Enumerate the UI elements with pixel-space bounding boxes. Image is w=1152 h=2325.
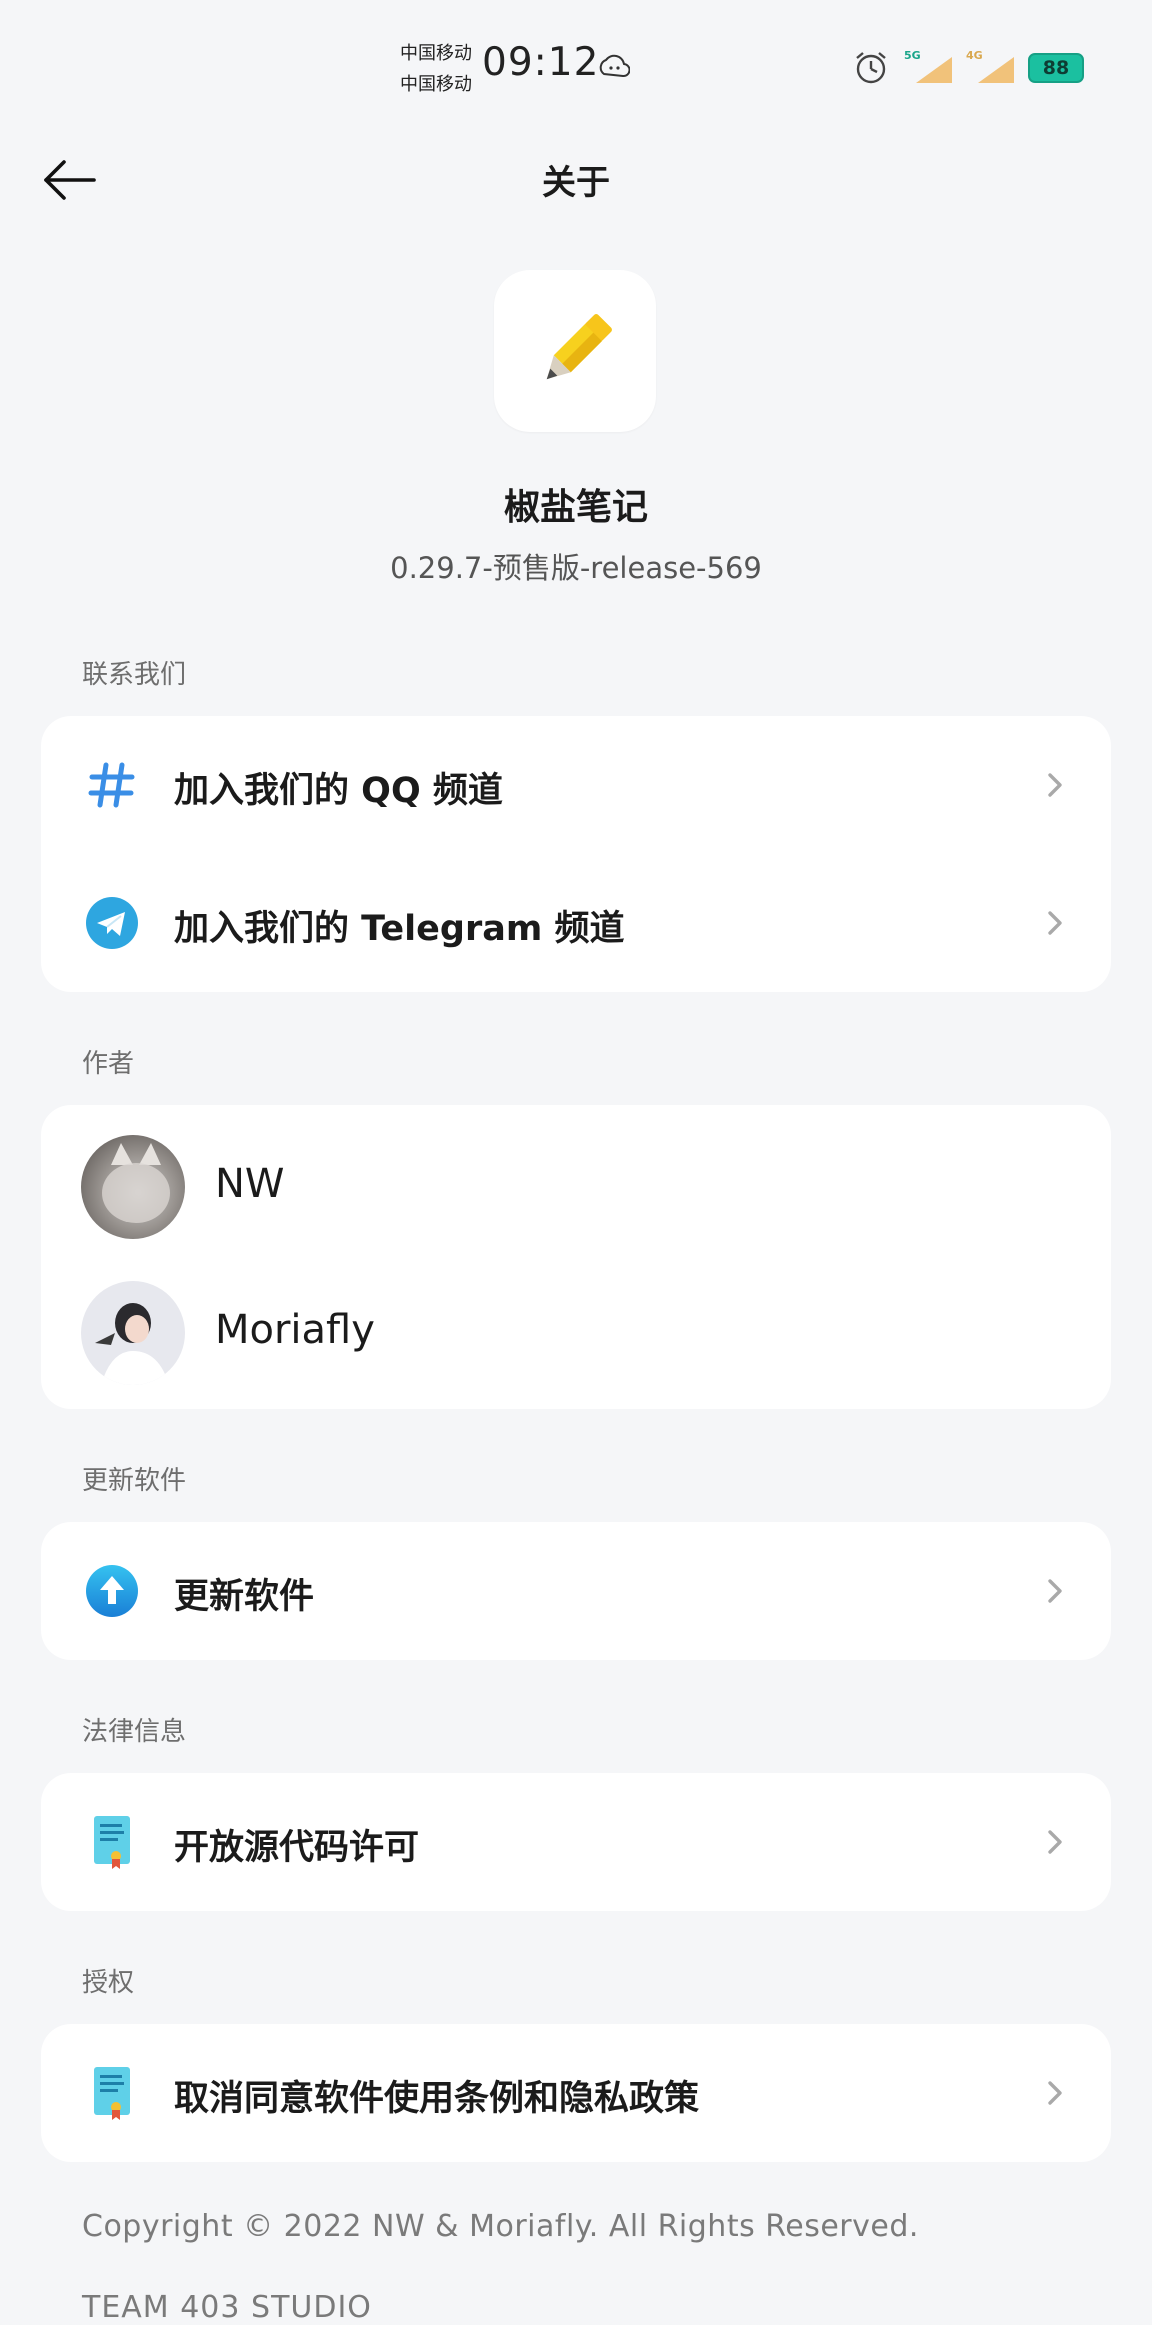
pencil-icon: [546, 314, 612, 380]
legal-card: 开放源代码许可: [41, 1773, 1111, 1911]
author-name: NW: [215, 1161, 285, 1207]
chevron-right-icon: [1048, 911, 1062, 935]
telegram-channel-row[interactable]: 加入我们的 Telegram 频道: [41, 854, 1111, 992]
telegram-channel-label: 加入我们的 Telegram 频道: [174, 909, 625, 949]
author-name: Moriafly: [215, 1307, 375, 1353]
telegram-icon: [83, 894, 141, 952]
author-row-moriafly[interactable]: Moriafly: [41, 1251, 1111, 1403]
revoke-consent-label: 取消同意软件使用条例和隐私政策: [174, 2079, 700, 2119]
alarm-icon: [856, 52, 886, 84]
upload-arrow-icon: [83, 1562, 141, 1620]
section-label-legal: 法律信息: [82, 1717, 187, 1747]
chevron-right-icon: [1048, 773, 1062, 797]
open-source-license-label: 开放源代码许可: [174, 1828, 420, 1868]
document-icon: [83, 1813, 141, 1871]
carrier-labels: 中国移动 中国移动: [400, 38, 472, 100]
team-text: TEAM 403 STUDIO: [82, 2290, 372, 2325]
carrier-2: 中国移动: [400, 74, 472, 95]
section-label-update: 更新软件: [82, 1466, 187, 1496]
chevron-right-icon: [1048, 2081, 1062, 2105]
qq-channel-label: 加入我们的 QQ 频道: [174, 771, 503, 811]
hashtag-icon: [83, 756, 141, 814]
revoke-consent-row[interactable]: 取消同意软件使用条例和隐私政策: [41, 2024, 1111, 2162]
section-label-contact: 联系我们: [82, 660, 187, 690]
authors-card: NW Moriafly: [41, 1105, 1111, 1409]
chevron-right-icon: [1048, 1579, 1062, 1603]
app-version: 0.29.7-预售版-release-569: [390, 551, 762, 585]
battery-indicator: 88: [1028, 53, 1084, 83]
author-row-nw[interactable]: NW: [41, 1105, 1111, 1257]
cloud-face-icon: [599, 54, 630, 77]
carrier-1: 中国移动: [400, 43, 472, 64]
avatar: [81, 1135, 185, 1239]
status-clock: 09:12: [482, 40, 600, 85]
contact-card: 加入我们的 QQ 频道 加入我们的 Telegram 频道: [41, 716, 1111, 992]
section-label-authors: 作者: [82, 1049, 135, 1079]
app-icon: [494, 270, 656, 432]
qq-channel-row[interactable]: 加入我们的 QQ 频道: [41, 716, 1111, 854]
chevron-right-icon: [1048, 1830, 1062, 1854]
auth-card: 取消同意软件使用条例和隐私政策: [41, 2024, 1111, 2162]
copyright-text: Copyright © 2022 NW & Moriafly. All Righ…: [82, 2209, 919, 2244]
update-card: 更新软件: [41, 1522, 1111, 1660]
section-label-auth: 授权: [82, 1968, 135, 1998]
document-icon: [83, 2064, 141, 2122]
update-row[interactable]: 更新软件: [41, 1522, 1111, 1660]
status-icons: 5G 4G 88: [852, 49, 1084, 86]
signal-5g-icon: 5G: [904, 49, 952, 85]
open-source-license-row[interactable]: 开放源代码许可: [41, 1773, 1111, 1911]
app-name: 椒盐笔记: [503, 487, 648, 528]
signal-4g-icon: 4G: [966, 49, 1014, 85]
avatar: [81, 1281, 185, 1385]
page-title: 关于: [542, 163, 610, 203]
update-label: 更新软件: [174, 1577, 315, 1617]
